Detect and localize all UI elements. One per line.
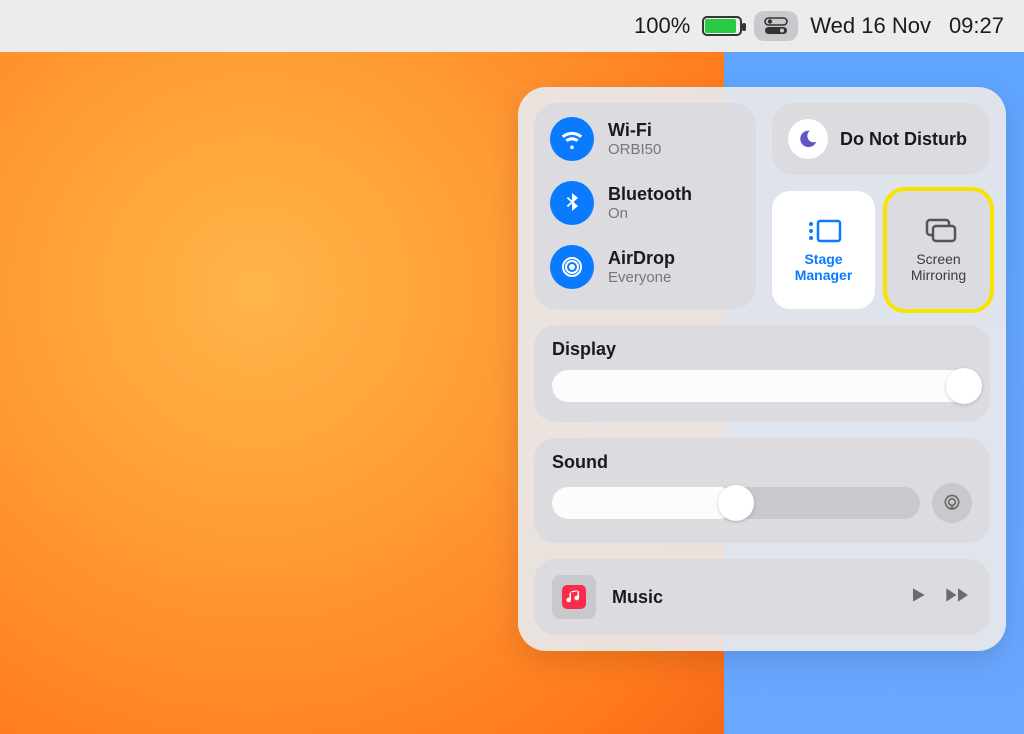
- display-module: Display ☀︎: [534, 325, 990, 422]
- wifi-icon: [550, 117, 594, 161]
- control-center-panel: Wi-Fi ORBI50 Bluetooth On: [518, 87, 1006, 651]
- focus-title: Do Not Disturb: [840, 129, 967, 150]
- airplay-icon: [942, 493, 962, 513]
- screen-mirroring-icon: [919, 217, 959, 245]
- stage-manager-label: Stage Manager: [776, 251, 871, 283]
- volume-fill: [552, 487, 736, 519]
- menubar-date[interactable]: Wed 16 Nov: [810, 13, 931, 39]
- music-app-icon: [552, 575, 596, 619]
- control-center-menubar-button[interactable]: [754, 11, 798, 41]
- moon-icon: [788, 119, 828, 159]
- brightness-slider[interactable]: ☀︎: [552, 370, 972, 402]
- battery-icon: [702, 16, 742, 36]
- sound-module: Sound 🔊: [534, 438, 990, 543]
- now-playing-module[interactable]: Music: [534, 559, 990, 635]
- volume-thumb[interactable]: [718, 485, 754, 521]
- bluetooth-status: On: [608, 205, 692, 222]
- screen-mirroring-label: Screen Mirroring: [891, 251, 986, 283]
- now-playing-title: Music: [612, 587, 892, 608]
- brightness-thumb[interactable]: [946, 368, 982, 404]
- airdrop-icon: [550, 245, 594, 289]
- airdrop-toggle[interactable]: AirDrop Everyone: [550, 245, 740, 289]
- menubar: 100% Wed 16 Nov 09:27: [0, 0, 1024, 52]
- wifi-toggle[interactable]: Wi-Fi ORBI50: [550, 117, 740, 161]
- battery-percentage: 100%: [634, 13, 690, 39]
- next-track-button[interactable]: [944, 585, 972, 610]
- volume-slider[interactable]: 🔊: [552, 487, 920, 519]
- display-title: Display: [552, 339, 972, 360]
- control-center-icon: [764, 17, 788, 35]
- connectivity-module: Wi-Fi ORBI50 Bluetooth On: [534, 103, 756, 309]
- stage-manager-icon: [804, 217, 844, 245]
- screen-mirroring-button[interactable]: Screen Mirroring: [887, 191, 990, 309]
- brightness-fill: [552, 370, 972, 402]
- airdrop-title: AirDrop: [608, 248, 675, 269]
- airdrop-visibility: Everyone: [608, 269, 675, 286]
- airplay-audio-button[interactable]: [932, 483, 972, 523]
- stage-manager-button[interactable]: Stage Manager: [772, 191, 875, 309]
- desktop: Wi-Fi ORBI50 Bluetooth On: [0, 52, 1024, 734]
- focus-toggle[interactable]: Do Not Disturb: [772, 103, 990, 175]
- bluetooth-icon: [550, 181, 594, 225]
- play-button[interactable]: [908, 585, 928, 610]
- sound-title: Sound: [552, 452, 972, 473]
- wifi-network-name: ORBI50: [608, 141, 661, 158]
- menubar-time[interactable]: 09:27: [949, 13, 1004, 39]
- bluetooth-title: Bluetooth: [608, 184, 692, 205]
- bluetooth-toggle[interactable]: Bluetooth On: [550, 181, 740, 225]
- wifi-title: Wi-Fi: [608, 120, 661, 141]
